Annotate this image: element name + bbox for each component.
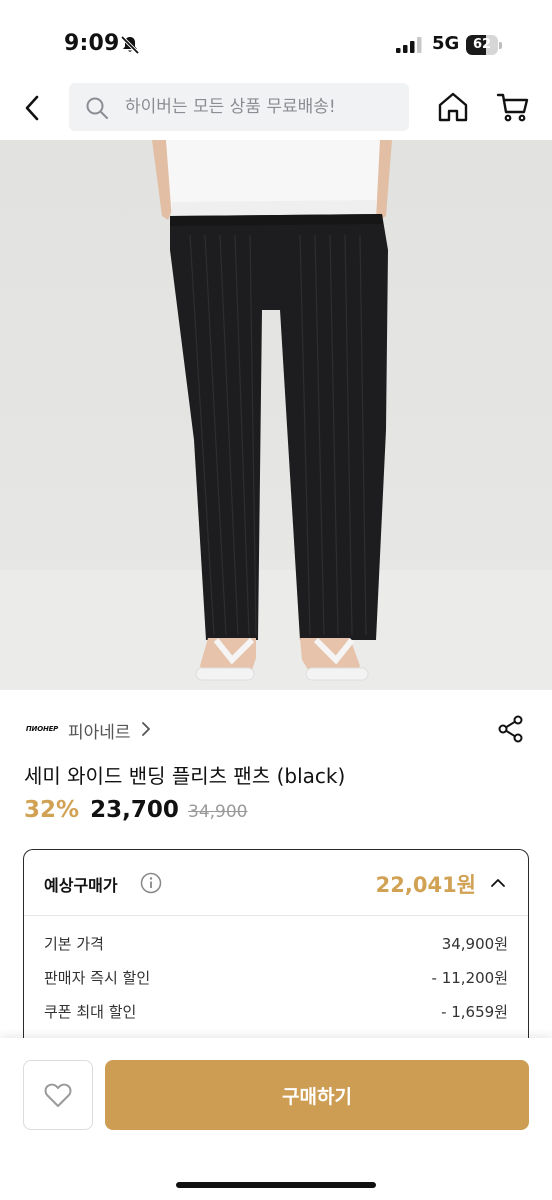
status-time: 9:09 [64,31,120,56]
estimate-panel: 예상구매가 22,041원 기본 가격 34,900원 판매자 즉시 할인 - … [23,849,529,1049]
home-icon[interactable] [436,90,470,124]
sale-price: 23,700 [90,797,179,823]
price-row: 32% 23,700 34,900 [24,797,248,831]
product-photo [0,140,552,690]
row-value: 34,900원 [441,935,508,953]
search-input[interactable]: 하이버는 모든 상품 무료배송! [69,83,409,131]
brand-logo-text: ПИОНЕР [25,725,59,733]
cart-icon[interactable] [496,90,530,124]
row-value: - 1,659원 [441,1003,508,1021]
network-label: 5G [432,33,460,54]
discount-rate: 32% [24,797,80,823]
battery-percent: 62 [472,37,492,52]
signal-icon [396,37,422,53]
brand-logo: ПИОНЕР [22,716,62,742]
search-placeholder: 하이버는 모든 상품 무료배송! [125,97,336,117]
brand-row[interactable]: ПИОНЕР 피아네르 [0,708,552,750]
home-indicator [176,1182,376,1188]
header: 하이버는 모든 상품 무료배송! [0,78,552,140]
chevron-right-icon [142,722,150,736]
back-button[interactable] [14,84,50,132]
estimate-header[interactable]: 예상구매가 22,041원 [24,850,528,916]
product-image[interactable] [0,140,552,690]
share-icon[interactable] [496,714,526,744]
buy-button[interactable]: 구매하기 [105,1060,529,1130]
original-price: 34,900 [188,802,248,822]
heart-icon [44,1083,72,1107]
row-value: - 11,200원 [431,969,508,987]
brand-name[interactable]: 피아네르 [68,718,131,743]
row-label: 판매자 즉시 할인 [44,969,151,987]
back-icon [25,95,39,121]
status-bar: 9:09 5G 62 [0,0,552,90]
row-label: 기본 가격 [44,935,104,953]
row-label: 쿠폰 최대 할인 [44,1003,137,1021]
wishlist-button[interactable] [23,1060,93,1130]
info-icon[interactable] [140,872,162,894]
estimate-price: 22,041원 [375,873,476,897]
search-icon [86,97,108,119]
bell-muted-icon [120,35,140,55]
battery-icon: 62 [466,35,502,55]
estimate-row-base: 기본 가격 34,900원 [44,933,508,957]
chevron-up-icon[interactable] [490,875,506,891]
estimate-row-coupon-discount: 쿠폰 최대 할인 - 1,659원 [44,1001,508,1025]
bottom-bar: 구매하기 [0,1038,552,1200]
estimate-row-seller-discount: 판매자 즉시 할인 - 11,200원 [44,967,508,991]
estimate-label: 예상구매가 [44,876,118,895]
product-title: 세미 와이드 밴딩 플리츠 팬츠 (black) [24,764,346,788]
